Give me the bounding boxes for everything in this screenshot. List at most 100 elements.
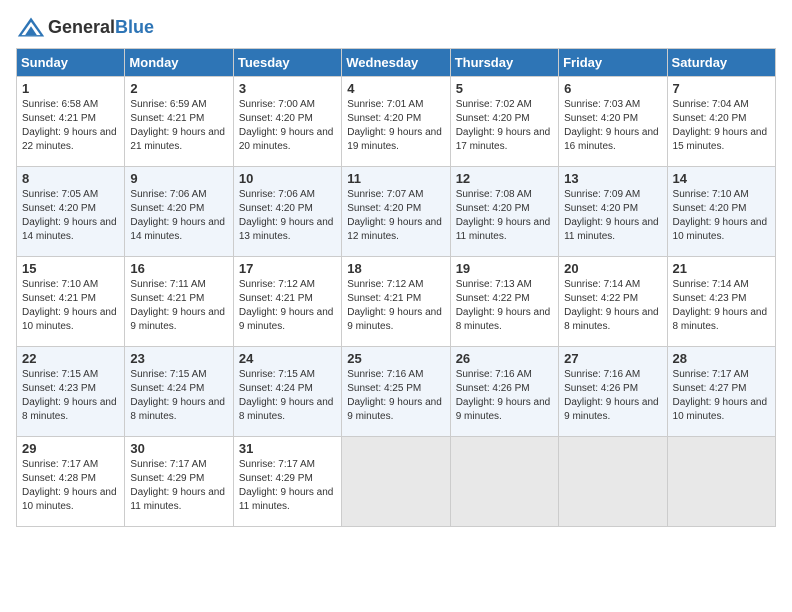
- day-info: Sunrise: 7:06 AMSunset: 4:20 PMDaylight:…: [239, 188, 336, 244]
- logo-blue: Blue: [115, 17, 154, 38]
- day-number: 4: [347, 81, 444, 96]
- day-info: Sunrise: 7:15 AMSunset: 4:24 PMDaylight:…: [130, 368, 227, 424]
- calendar-header: SundayMondayTuesdayWednesdayThursdayFrid…: [17, 49, 776, 77]
- calendar-cell: 26 Sunrise: 7:16 AMSunset: 4:26 PMDayligh…: [450, 347, 558, 437]
- calendar-cell: [450, 437, 558, 527]
- calendar-cell: [559, 437, 667, 527]
- header-row: SundayMondayTuesdayWednesdayThursdayFrid…: [17, 49, 776, 77]
- day-number: 29: [22, 441, 119, 456]
- day-info: Sunrise: 7:10 AMSunset: 4:21 PMDaylight:…: [22, 278, 119, 334]
- day-info: Sunrise: 7:16 AMSunset: 4:26 PMDaylight:…: [564, 368, 661, 424]
- calendar-cell: 10 Sunrise: 7:06 AMSunset: 4:20 PMDayligh…: [233, 167, 341, 257]
- day-info: Sunrise: 7:16 AMSunset: 4:25 PMDaylight:…: [347, 368, 444, 424]
- day-number: 3: [239, 81, 336, 96]
- day-info: Sunrise: 7:16 AMSunset: 4:26 PMDaylight:…: [456, 368, 553, 424]
- day-number: 22: [22, 351, 119, 366]
- week-row-1: 8 Sunrise: 7:05 AMSunset: 4:20 PMDaylight…: [17, 167, 776, 257]
- logo: GeneralBlue: [16, 16, 154, 38]
- day-number: 13: [564, 171, 661, 186]
- calendar-body: 1 Sunrise: 6:58 AMSunset: 4:21 PMDaylight…: [17, 77, 776, 527]
- calendar-cell: 4Sunrise: 7:01 AMSunset: 4:20 PMDaylight…: [342, 77, 450, 167]
- day-info: Sunrise: 7:12 AMSunset: 4:21 PMDaylight:…: [347, 278, 444, 334]
- day-info: Sunrise: 7:04 AMSunset: 4:20 PMDaylight:…: [673, 98, 770, 154]
- day-number: 14: [673, 171, 770, 186]
- day-info: Sunrise: 7:05 AMSunset: 4:20 PMDaylight:…: [22, 188, 119, 244]
- day-number: 30: [130, 441, 227, 456]
- day-number: 11: [347, 171, 444, 186]
- day-number: 31: [239, 441, 336, 456]
- day-info: Sunrise: 6:58 AMSunset: 4:21 PMDaylight:…: [22, 98, 119, 154]
- header-wednesday: Wednesday: [342, 49, 450, 77]
- calendar-cell: 23Sunrise: 7:15 AMSunset: 4:24 PMDayligh…: [125, 347, 233, 437]
- day-number: 7: [673, 81, 770, 96]
- day-info: Sunrise: 7:13 AMSunset: 4:22 PMDaylight:…: [456, 278, 553, 334]
- day-info: Sunrise: 7:14 AMSunset: 4:22 PMDaylight:…: [564, 278, 661, 334]
- calendar-cell: 1 Sunrise: 6:58 AMSunset: 4:21 PMDaylight…: [17, 77, 125, 167]
- day-number: 26: [456, 351, 553, 366]
- header-monday: Monday: [125, 49, 233, 77]
- day-info: Sunrise: 7:08 AMSunset: 4:20 PMDaylight:…: [456, 188, 553, 244]
- day-number: 10: [239, 171, 336, 186]
- calendar-cell: 19 Sunrise: 7:13 AMSunset: 4:22 PMDayligh…: [450, 257, 558, 347]
- day-number: 19: [456, 261, 553, 276]
- day-info: Sunrise: 7:10 AMSunset: 4:20 PMDaylight:…: [673, 188, 770, 244]
- day-number: 1: [22, 81, 119, 96]
- week-row-2: 15 Sunrise: 7:10 AMSunset: 4:21 PMDayligh…: [17, 257, 776, 347]
- calendar-cell: 5 Sunrise: 7:02 AMSunset: 4:20 PMDaylight…: [450, 77, 558, 167]
- calendar-cell: 18 Sunrise: 7:12 AMSunset: 4:21 PMDayligh…: [342, 257, 450, 347]
- day-info: Sunrise: 7:11 AMSunset: 4:21 PMDaylight:…: [130, 278, 227, 334]
- calendar-cell: 24Sunrise: 7:15 AMSunset: 4:24 PMDayligh…: [233, 347, 341, 437]
- calendar-cell: 20Sunrise: 7:14 AMSunset: 4:22 PMDayligh…: [559, 257, 667, 347]
- calendar-cell: 17Sunrise: 7:12 AMSunset: 4:21 PMDayligh…: [233, 257, 341, 347]
- day-number: 2: [130, 81, 227, 96]
- calendar-cell: 9 Sunrise: 7:06 AMSunset: 4:20 PMDaylight…: [125, 167, 233, 257]
- header-thursday: Thursday: [450, 49, 558, 77]
- day-info: Sunrise: 7:17 AMSunset: 4:29 PMDaylight:…: [130, 458, 227, 514]
- day-number: 15: [22, 261, 119, 276]
- calendar-cell: 6 Sunrise: 7:03 AMSunset: 4:20 PMDaylight…: [559, 77, 667, 167]
- day-number: 16: [130, 261, 227, 276]
- calendar-cell: [667, 437, 775, 527]
- week-row-3: 22 Sunrise: 7:15 AMSunset: 4:23 PMDayligh…: [17, 347, 776, 437]
- day-number: 28: [673, 351, 770, 366]
- day-info: Sunrise: 7:15 AMSunset: 4:23 PMDaylight:…: [22, 368, 119, 424]
- calendar-cell: 25 Sunrise: 7:16 AMSunset: 4:25 PMDayligh…: [342, 347, 450, 437]
- day-number: 9: [130, 171, 227, 186]
- calendar-cell: 3Sunrise: 7:00 AMSunset: 4:20 PMDaylight…: [233, 77, 341, 167]
- day-info: Sunrise: 7:09 AMSunset: 4:20 PMDaylight:…: [564, 188, 661, 244]
- calendar-cell: 16 Sunrise: 7:11 AMSunset: 4:21 PMDayligh…: [125, 257, 233, 347]
- day-info: Sunrise: 7:06 AMSunset: 4:20 PMDaylight:…: [130, 188, 227, 244]
- header-sunday: Sunday: [17, 49, 125, 77]
- header-friday: Friday: [559, 49, 667, 77]
- day-info: Sunrise: 7:07 AMSunset: 4:20 PMDaylight:…: [347, 188, 444, 244]
- week-row-4: 29 Sunrise: 7:17 AMSunset: 4:28 PMDayligh…: [17, 437, 776, 527]
- calendar-cell: 30 Sunrise: 7:17 AMSunset: 4:29 PMDayligh…: [125, 437, 233, 527]
- day-info: Sunrise: 7:17 AMSunset: 4:29 PMDaylight:…: [239, 458, 336, 514]
- calendar-cell: 15 Sunrise: 7:10 AMSunset: 4:21 PMDayligh…: [17, 257, 125, 347]
- calendar-cell: 29 Sunrise: 7:17 AMSunset: 4:28 PMDayligh…: [17, 437, 125, 527]
- day-info: Sunrise: 7:03 AMSunset: 4:20 PMDaylight:…: [564, 98, 661, 154]
- day-number: 5: [456, 81, 553, 96]
- day-info: Sunrise: 7:15 AMSunset: 4:24 PMDaylight:…: [239, 368, 336, 424]
- day-info: Sunrise: 7:12 AMSunset: 4:21 PMDaylight:…: [239, 278, 336, 334]
- day-number: 12: [456, 171, 553, 186]
- day-number: 27: [564, 351, 661, 366]
- day-number: 21: [673, 261, 770, 276]
- day-info: Sunrise: 7:17 AMSunset: 4:28 PMDaylight:…: [22, 458, 119, 514]
- generalblue-icon: [16, 16, 46, 38]
- calendar-cell: 8 Sunrise: 7:05 AMSunset: 4:20 PMDaylight…: [17, 167, 125, 257]
- day-info: Sunrise: 7:14 AMSunset: 4:23 PMDaylight:…: [673, 278, 770, 334]
- week-row-0: 1 Sunrise: 6:58 AMSunset: 4:21 PMDaylight…: [17, 77, 776, 167]
- day-info: Sunrise: 7:02 AMSunset: 4:20 PMDaylight:…: [456, 98, 553, 154]
- day-number: 6: [564, 81, 661, 96]
- header: GeneralBlue: [16, 16, 776, 38]
- day-info: Sunrise: 6:59 AMSunset: 4:21 PMDaylight:…: [130, 98, 227, 154]
- day-number: 8: [22, 171, 119, 186]
- calendar-cell: 2 Sunrise: 6:59 AMSunset: 4:21 PMDaylight…: [125, 77, 233, 167]
- day-number: 25: [347, 351, 444, 366]
- day-number: 18: [347, 261, 444, 276]
- calendar-cell: [342, 437, 450, 527]
- calendar-cell: 14 Sunrise: 7:10 AMSunset: 4:20 PMDayligh…: [667, 167, 775, 257]
- header-tuesday: Tuesday: [233, 49, 341, 77]
- calendar-cell: 12 Sunrise: 7:08 AMSunset: 4:20 PMDayligh…: [450, 167, 558, 257]
